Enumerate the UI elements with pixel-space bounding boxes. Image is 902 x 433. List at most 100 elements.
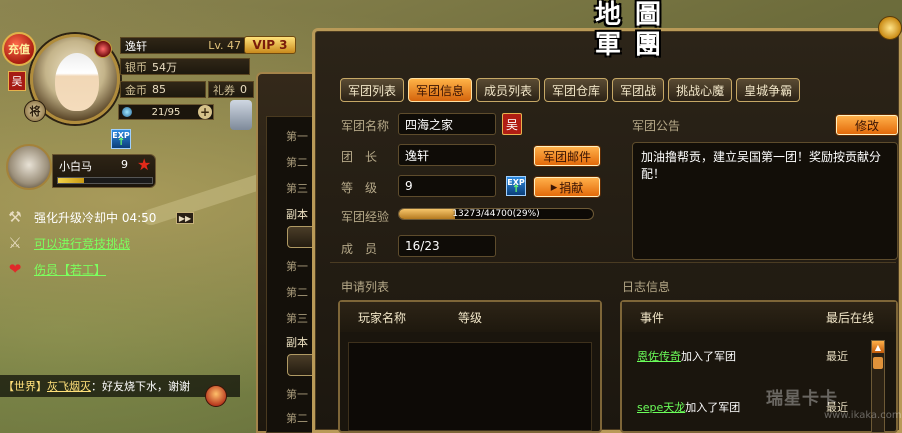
silver-row: 银币 54万 <box>120 58 250 75</box>
level-label: 等 级 <box>341 181 378 195</box>
applications-header: 玩家名称 等级 <box>340 302 600 332</box>
log-header: 事件 最后在线 <box>622 302 896 332</box>
chat-channel: 【世界】 <box>3 380 47 393</box>
legion-exp-text: 13273/44700(29%) <box>452 209 540 219</box>
title-char: 團 <box>634 30 661 60</box>
gold-label: 金币 <box>125 83 147 97</box>
section-divider <box>330 262 896 263</box>
mount-portrait[interactable] <box>6 144 52 190</box>
mount-progress-fill <box>58 178 85 183</box>
coin-icon: ▸ <box>550 179 558 195</box>
player-name-bar: 逸轩 Lv. 47 <box>120 37 246 54</box>
gem-icon[interactable] <box>94 40 112 58</box>
tab-imperial-city[interactable]: 皇城争霸 <box>736 78 801 102</box>
general-rank-badge[interactable]: 将 <box>24 100 46 122</box>
star-icon[interactable]: ★ <box>137 155 151 174</box>
mount-name: 小白马 <box>59 160 92 173</box>
window-corner-ornament-icon[interactable] <box>878 16 902 40</box>
vip-badge[interactable]: VIP 3 <box>244 36 296 54</box>
legion-tabs: 军团列表 军团信息 成员列表 军团仓库 军团战 挑战心魔 皇城争霸 <box>340 78 801 102</box>
gold-row: 金币 85 <box>120 81 206 98</box>
watermark-url: www.ikaka.com <box>824 410 902 421</box>
notice-forge-cooldown: ⚒ 强化升级冷却中 04:50 <box>4 208 156 226</box>
coupon-amount: 0 <box>240 83 247 96</box>
leader-label: 团 长 <box>341 150 378 164</box>
notice-text: 强化升级冷却中 04:50 <box>34 210 157 225</box>
silver-amount: 54万 <box>152 60 177 74</box>
coupon-row: 礼券 0 <box>208 81 254 98</box>
hearts-icon: ❤ <box>8 260 22 278</box>
members-label: 成 员 <box>341 242 378 256</box>
speed-up-button[interactable]: ▶▶ <box>176 212 194 224</box>
log-entry: sepe天龙加入了军团 <box>637 399 740 415</box>
exp-boost-icon[interactable]: EXP <box>111 129 131 149</box>
applications-list <box>348 342 592 431</box>
legion-name-field: 四海之家 <box>398 113 496 135</box>
column-event: 事件 <box>640 310 665 325</box>
announcement-text: 加油撸帮贡，建立吴国第一团！奖励按贡献分配！ <box>632 142 898 260</box>
add-energy-button[interactable]: + <box>198 105 212 119</box>
column-level[interactable]: 等级 <box>458 309 482 326</box>
legion-level-field: 9 <box>398 175 496 197</box>
column-player-name[interactable]: 玩家名称 <box>358 309 406 326</box>
donate-button[interactable]: ▸ 捐献 <box>534 177 600 197</box>
guard-figure-icon <box>230 100 252 130</box>
log-action: 加入了军团 <box>681 350 736 363</box>
log-action: 加入了军团 <box>685 401 741 414</box>
log-entry: 恩佐传奇加入了军团 <box>637 348 736 364</box>
player-level: Lv. 47 <box>208 39 241 52</box>
tab-legion-war[interactable]: 军团战 <box>612 78 665 102</box>
recharge-button[interactable]: 充值 <box>2 32 36 66</box>
log-player-name[interactable]: sepe天龙 <box>637 401 685 414</box>
mount-panel: 小白马 9 ★ <box>52 154 156 188</box>
chat-message: ：好友烧下水，谢谢 <box>91 380 190 393</box>
announcement-label: 军团公告 <box>632 119 681 133</box>
donate-label: 捐献 <box>559 180 584 195</box>
tab-legion-warehouse[interactable]: 军团仓库 <box>544 78 609 102</box>
column-last-online: 最后在线 <box>826 310 875 325</box>
silver-label: 银币 <box>125 60 147 74</box>
notice-link[interactable]: 伤员【若工】 <box>34 261 106 278</box>
applications-title: 申请列表 <box>341 280 390 294</box>
scroll-thumb[interactable] <box>873 357 883 369</box>
members-field: 16/23 <box>398 235 496 257</box>
watermark: 瑞星卡卡 www.ikaka.com <box>766 384 902 433</box>
leader-field: 逸轩 <box>398 144 496 166</box>
scroll-up-icon[interactable]: ▲ <box>872 341 884 353</box>
tab-legion-info[interactable]: 军团信息 <box>408 78 473 102</box>
tab-legion-list[interactable]: 军团列表 <box>340 78 405 102</box>
title-char: 圖 <box>634 0 661 30</box>
title-char: 地 <box>594 0 621 30</box>
exp-icon[interactable]: EXP <box>506 176 526 196</box>
log-title: 日志信息 <box>622 280 671 294</box>
mount-progress-bar <box>57 177 153 184</box>
legion-mail-button[interactable]: 军团邮件 <box>534 146 600 166</box>
crossed-swords-icon: ⚔ <box>8 234 22 252</box>
emoji-icon <box>205 385 227 407</box>
player-panel: 充值 吴 将 逸轩 Lv. 47 VIP 3 银币 54万 金币 85 礼券 0… <box>0 28 300 138</box>
gold-amount: 85 <box>152 83 166 96</box>
legion-name-label: 军团名称 <box>341 119 390 133</box>
chat-user[interactable]: 灰飞烟灭 <box>47 378 91 394</box>
watermark-logo: 瑞星卡卡 <box>766 389 838 409</box>
hammer-icon: ⚒ <box>8 208 22 226</box>
edit-announcement-button[interactable]: 修改 <box>836 115 898 135</box>
player-name: 逸轩 <box>125 39 147 53</box>
coupon-label: 礼券 <box>213 83 235 97</box>
tab-challenge-demon[interactable]: 挑战心魔 <box>668 78 733 102</box>
notice-wounded[interactable]: ❤ 伤员【若工】 <box>4 260 106 278</box>
log-player-name[interactable]: 恩佐传奇 <box>637 350 681 363</box>
legion-exp-bar: 13273/44700(29%) <box>398 208 594 220</box>
world-chat-line: 【世界】 灰飞烟灭 ：好友烧下水，谢谢 <box>0 375 240 397</box>
notice-link[interactable]: 可以进行竞技挑战 <box>34 235 130 252</box>
avatar-face <box>55 53 99 111</box>
energy-icon <box>122 107 132 117</box>
tab-member-list[interactable]: 成员列表 <box>476 78 541 102</box>
applications-panel: 玩家名称 等级 <box>338 300 602 433</box>
notice-arena[interactable]: ⚔ 可以进行竞技挑战 <box>4 234 130 252</box>
log-time: 最近 <box>826 350 848 363</box>
legion-faction-badge: 吴 <box>502 113 522 135</box>
mount-level: 9 <box>121 158 128 171</box>
window-title-logo: 地 圖 軍 團 <box>588 0 672 60</box>
title-char: 軍 <box>594 30 621 60</box>
